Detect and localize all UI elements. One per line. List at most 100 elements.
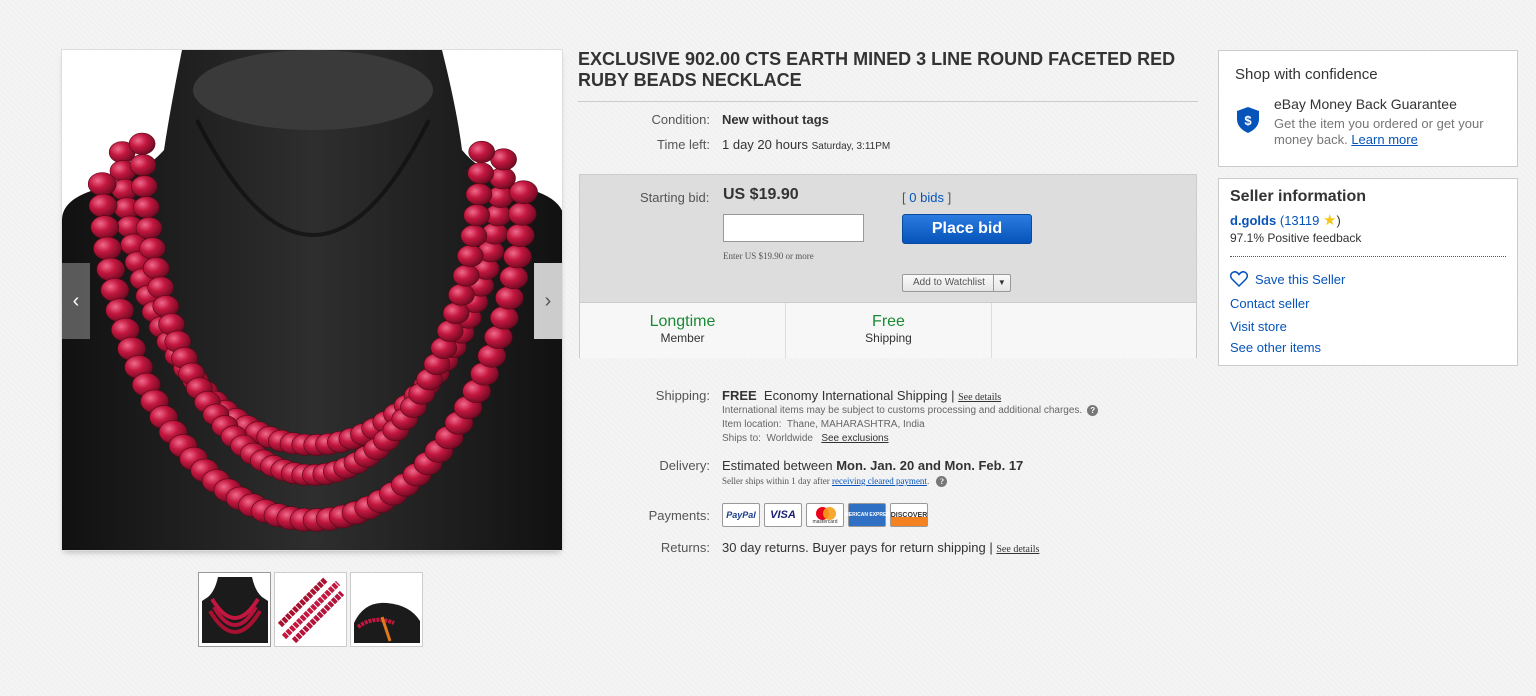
payment-methods: PayPal VISA mastercard AMERICAN EXPRESS … — [722, 503, 932, 527]
badge-longtime-member: Longtime Member — [580, 303, 786, 358]
ruby-bead — [131, 175, 158, 198]
bracket-open: [ — [902, 190, 906, 205]
ruby-bead — [507, 202, 537, 226]
thumbnail-3[interactable] — [350, 572, 423, 647]
ruby-bead — [465, 183, 493, 206]
delivery-value: Estimated between Mon. Jan. 20 and Mon. … — [722, 458, 1023, 473]
shipping-see-details-link[interactable]: See details — [958, 392, 1001, 403]
thumbnail-image — [277, 576, 344, 643]
delivery-label: Delivery: — [659, 458, 710, 473]
next-image-button[interactable]: › — [534, 263, 562, 339]
starting-bid-price: US $19.90 — [723, 186, 799, 203]
condition-value: New without tags — [722, 112, 829, 127]
chevron-left-icon: ‹ — [72, 289, 80, 312]
returns-see-details-link[interactable]: See details — [996, 544, 1039, 555]
returns-label: Returns: — [660, 540, 710, 555]
ruby-bead — [460, 224, 488, 247]
seller-name-link[interactable]: d.golds — [1230, 213, 1276, 228]
shipping-value: FREE Economy International Shipping | Se… — [722, 388, 1001, 403]
add-to-watchlist-button[interactable]: Add to Watchlist — [903, 275, 993, 291]
main-product-image[interactable]: ‹ › — [61, 49, 563, 551]
delivery-note-end: . — [926, 476, 930, 486]
money-back-guarantee-text: Get the item you ordered or get your mon… — [1274, 116, 1509, 148]
ruby-bead — [142, 257, 170, 280]
bids-count: [ 0 bids ] — [902, 190, 951, 205]
ruby-bead — [505, 223, 535, 248]
ruby-bead — [93, 236, 122, 261]
badge-title: Free — [872, 313, 905, 330]
starting-bid-label: Starting bid: — [640, 190, 710, 205]
ruby-bead — [468, 140, 496, 163]
customs-note-text: International items may be subject to cu… — [722, 405, 1083, 417]
customs-note: International items may be subject to cu… — [722, 405, 1142, 416]
returns-value: 30 day returns. Buyer pays for return sh… — [722, 540, 1039, 555]
delivery-note-text: Seller ships within 1 day after — [722, 476, 830, 486]
badges-bar: Longtime Member Free Shipping — [580, 302, 1196, 358]
heart-icon — [1230, 271, 1248, 287]
badge-subtitle: Member — [660, 331, 705, 345]
thumbnail-2[interactable] — [274, 572, 347, 647]
condition-label: Condition: — [651, 112, 710, 127]
ruby-bead — [135, 217, 163, 240]
amex-icon: AMERICAN EXPRESS — [841, 503, 893, 527]
ruby-bead — [489, 305, 519, 330]
visa-icon: VISA — [764, 503, 802, 527]
ruby-bead — [499, 265, 529, 290]
ruby-bead — [88, 193, 118, 218]
ships-to: Ships to: Worldwide See exclusions — [722, 433, 1142, 444]
listing-title: EXCLUSIVE 902.00 CTS EARTH MINED 3 LINE … — [578, 49, 1198, 102]
mastercard-icon: mastercard — [806, 503, 844, 527]
ships-to-label: Ships to: — [722, 433, 761, 445]
bids-link[interactable]: 0 bids — [909, 190, 944, 205]
ruby-bead — [147, 276, 174, 299]
bracket-close: ] — [947, 190, 952, 205]
previous-image-button[interactable]: ‹ — [62, 263, 90, 339]
bid-amount-input[interactable] — [723, 214, 864, 242]
divider — [1230, 256, 1506, 257]
ruby-bead — [139, 237, 166, 260]
see-other-items-link[interactable]: See other items — [1230, 340, 1321, 355]
contact-seller-link[interactable]: Contact seller — [1230, 296, 1309, 311]
save-seller-link[interactable]: Save this Seller — [1230, 271, 1345, 287]
confidence-title: Shop with confidence — [1235, 66, 1378, 83]
cleared-payment-link[interactable]: receiving cleared payment — [832, 476, 927, 486]
shipping-method: Economy International Shipping | — [763, 388, 955, 403]
payments-label: Payments: — [648, 508, 710, 523]
item-location: Item location: Thane, MAHARASHTRA, India — [722, 419, 1142, 430]
shipping-label: Shipping: — [655, 388, 710, 403]
positive-feedback: 97.1% Positive feedback — [1230, 231, 1362, 245]
chevron-right-icon: › — [544, 289, 552, 312]
ruby-bead — [503, 244, 532, 269]
badge-free-shipping: Free Shipping — [786, 303, 992, 358]
see-exclusions-link[interactable]: See exclusions — [821, 433, 888, 444]
ships-to-value: Worldwide — [766, 433, 813, 445]
place-bid-button[interactable]: Place bid — [902, 214, 1032, 244]
delivery-dates: Mon. Jan. 20 and Mon. Feb. 17 — [836, 458, 1024, 473]
svg-text:$: $ — [1244, 113, 1252, 128]
ruby-bead — [128, 132, 156, 155]
feedback-score-link[interactable]: 13119 — [1284, 213, 1319, 228]
returns-text: 30 day returns. Buyer pays for return sh… — [722, 540, 993, 555]
badge-title: Longtime — [649, 313, 716, 330]
bracket-close: ) — [1336, 213, 1341, 228]
help-icon[interactable]: ? — [1087, 405, 1099, 416]
ruby-bead — [452, 264, 480, 287]
thumbnail-1[interactable] — [198, 572, 271, 647]
help-icon[interactable]: ? — [936, 476, 948, 488]
ruby-bead — [448, 283, 475, 306]
ruby-bead — [105, 298, 135, 323]
time-left-remaining: 1 day 20 hours — [722, 137, 809, 152]
caret-down-icon[interactable]: ▼ — [992, 275, 1010, 291]
paypal-icon: PayPal — [722, 503, 760, 527]
ruby-bead — [90, 215, 120, 239]
item-location-value: Thane, MAHARASHTRA, India — [786, 419, 925, 431]
ruby-bead — [133, 196, 160, 219]
ruby-bead — [87, 172, 117, 196]
save-seller-label: Save this Seller — [1255, 271, 1346, 287]
learn-more-link[interactable]: Learn more — [1351, 132, 1417, 147]
ruby-bead — [463, 204, 491, 227]
watchlist-control: Add to Watchlist ▼ — [902, 274, 1011, 292]
ruby-bead — [467, 162, 495, 185]
visit-store-link[interactable]: Visit store — [1230, 319, 1287, 334]
shipping-free: FREE — [722, 388, 757, 403]
